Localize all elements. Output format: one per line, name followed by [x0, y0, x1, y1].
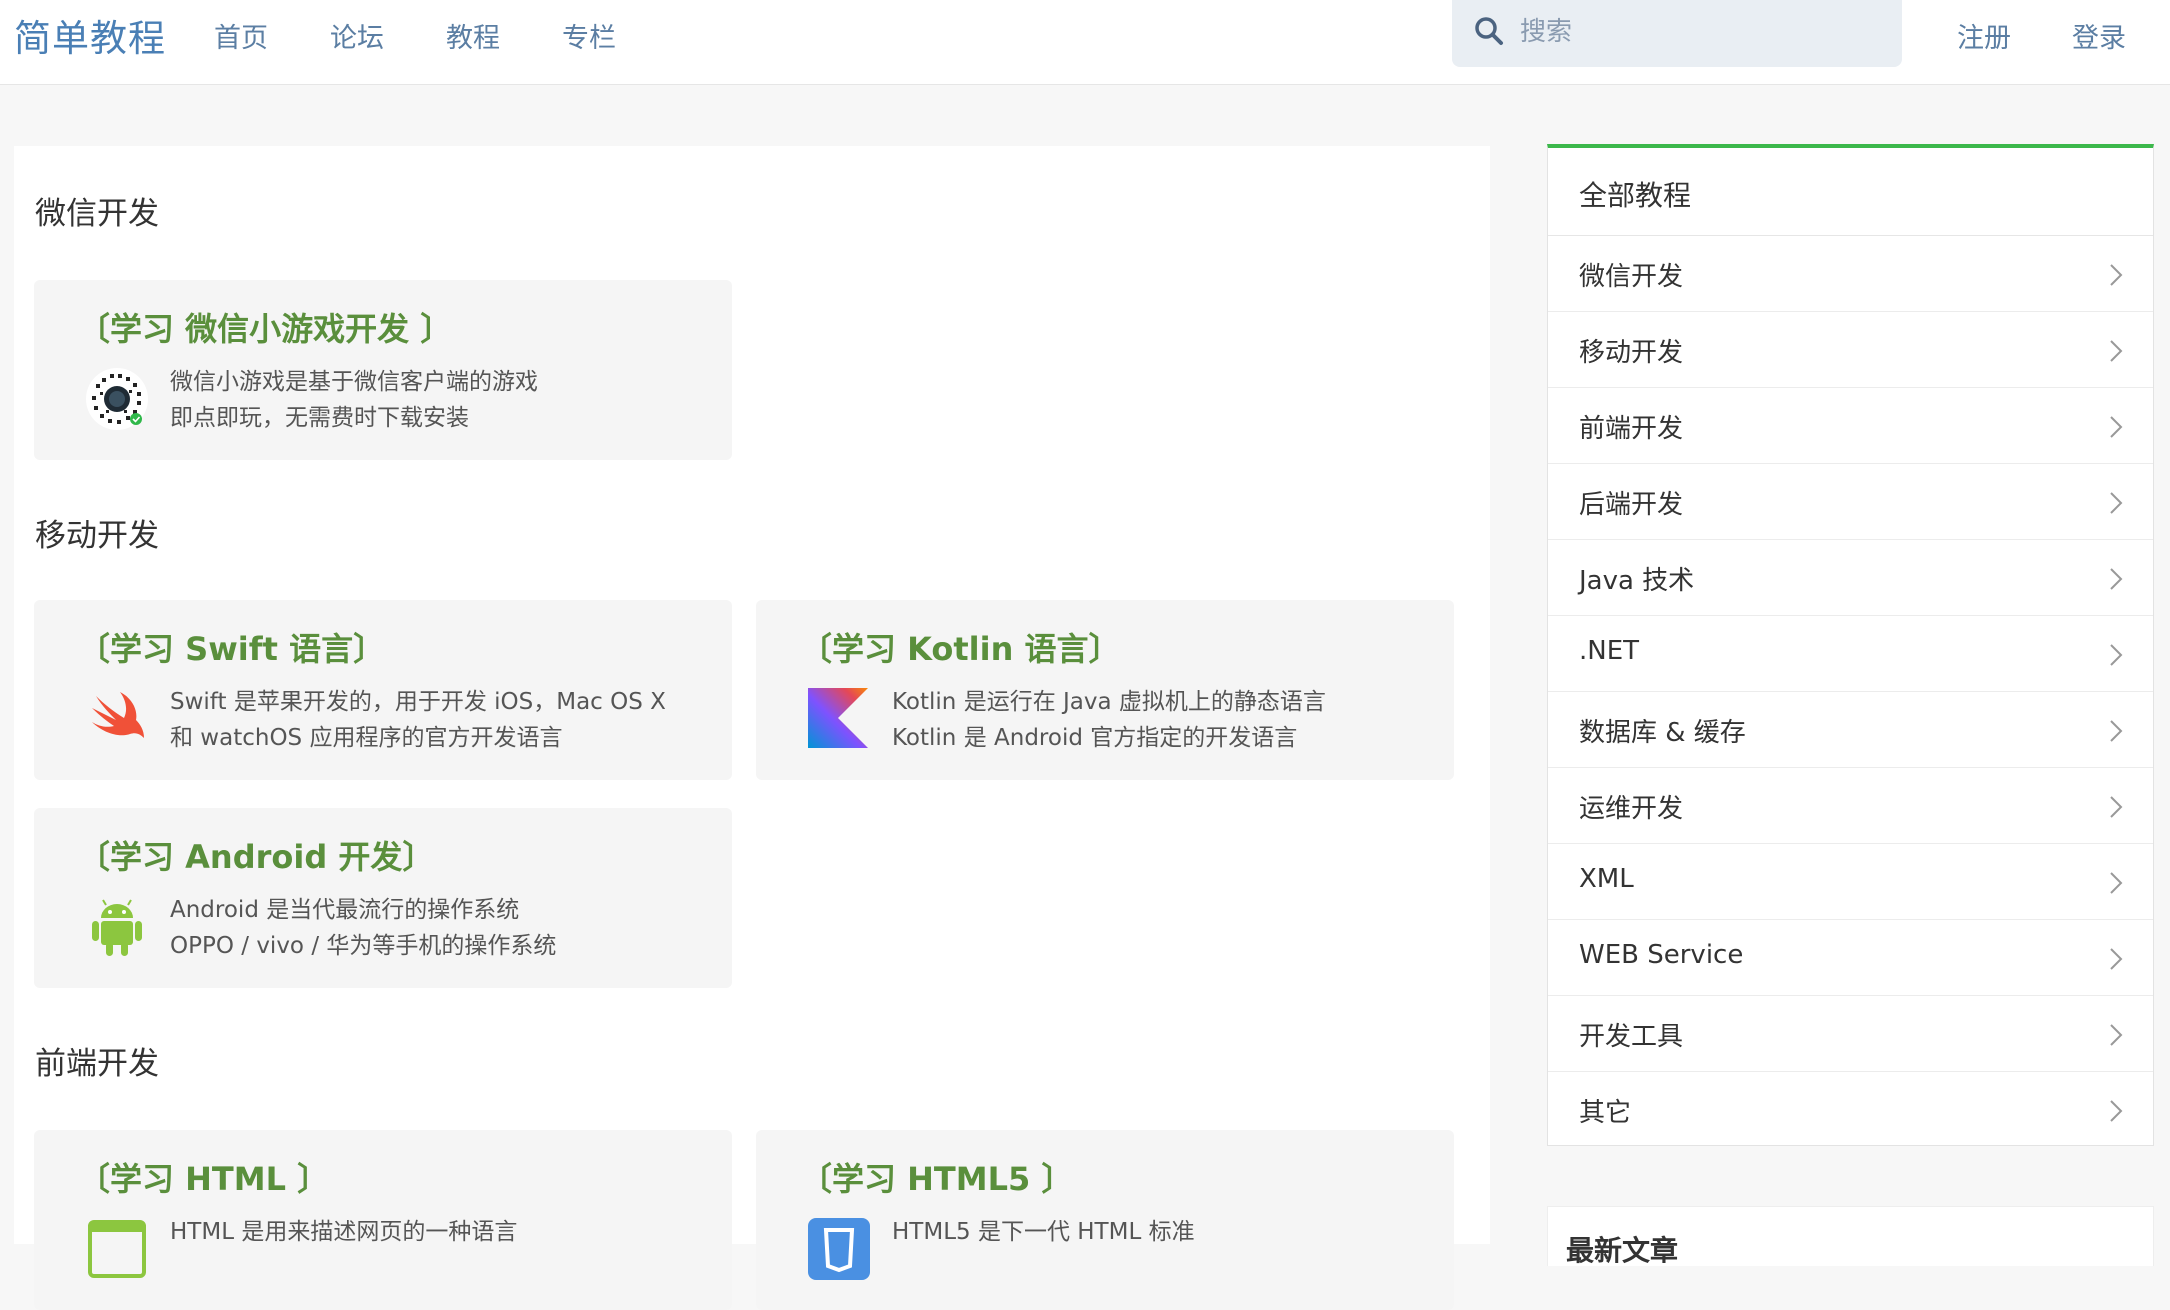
- site-logo[interactable]: 简单教程: [14, 8, 166, 62]
- card-description: Android 是当代最流行的操作系统 OPPO / vivo / 华为等手机的…: [170, 892, 556, 964]
- sidebar-item-xml[interactable]: XML: [1548, 844, 2153, 920]
- chevron-right-icon: [2110, 644, 2123, 666]
- chevron-right-icon: [2110, 492, 2123, 514]
- card-description-line: 和 watchOS 应用程序的官方开发语言: [170, 725, 563, 751]
- sidebar-item-label: 移动开发: [1579, 338, 1684, 368]
- sidebar-item-database[interactable]: 数据库 & 缓存: [1548, 692, 2153, 768]
- chevron-right-icon: [2110, 568, 2123, 590]
- chevron-right-icon: [2110, 264, 2123, 286]
- sidebar-header: 全部教程: [1548, 148, 2153, 236]
- card-description-line: Android 是当代最流行的操作系统: [170, 897, 520, 923]
- nav-columns[interactable]: 专栏: [562, 16, 616, 55]
- card-description: 微信小游戏是基于微信客户端的游戏 即点即玩，无需费时下载安装: [170, 364, 538, 436]
- latest-articles-title: 最新文章: [1566, 1234, 1679, 1267]
- nav-tutorials[interactable]: 教程: [446, 16, 500, 55]
- register-link[interactable]: 注册: [1957, 16, 2011, 55]
- swift-logo-icon: [92, 692, 144, 738]
- chevron-right-icon: [2110, 948, 2123, 970]
- chevron-right-icon: [2110, 416, 2123, 438]
- sidebar-item-mobile[interactable]: 移动开发: [1548, 312, 2153, 388]
- sidebar-item-devops[interactable]: 运维开发: [1548, 768, 2153, 844]
- card-description-line: 即点即玩，无需费时下载安装: [170, 405, 469, 431]
- sidebar-item-label: 其它: [1579, 1098, 1632, 1128]
- section-title-frontend: 前端开发: [35, 1046, 159, 1082]
- html5-logo-icon: [808, 1218, 870, 1280]
- card-html[interactable]: 〔学习 HTML 〕 HTML 是用来描述网页的一种语言: [34, 1130, 732, 1310]
- chevron-right-icon: [2110, 1024, 2123, 1046]
- card-title[interactable]: 〔学习 HTML5 〕: [800, 1154, 1073, 1200]
- card-description: HTML 是用来描述网页的一种语言: [170, 1214, 517, 1250]
- sidebar-item-label: 开发工具: [1579, 1022, 1684, 1052]
- sidebar-item-label: 运维开发: [1579, 794, 1684, 824]
- card-title[interactable]: 〔学习 Kotlin 语言〕: [800, 624, 1121, 670]
- tutorial-main-panel: 微信开发 〔学习 微信小游戏开发 〕 微信小游戏是基于微信客户端的游戏 即点即玩…: [14, 146, 1490, 1310]
- sidebar-item-label: 微信开发: [1579, 262, 1684, 292]
- kotlin-logo-icon: [808, 688, 868, 748]
- sidebar-item-wechat[interactable]: 微信开发: [1548, 236, 2153, 312]
- chevron-right-icon: [2110, 1100, 2123, 1122]
- card-html5[interactable]: 〔学习 HTML5 〕 HTML5 是下一代 HTML 标准: [756, 1130, 1454, 1310]
- chevron-right-icon: [2110, 796, 2123, 818]
- card-description: Kotlin 是运行在 Java 虚拟机上的静态语言 Kotlin 是 Andr…: [892, 684, 1326, 756]
- sidebar-all-tutorials: 全部教程 微信开发 移动开发 前端开发 后端开发 Java 技术 .NET 数据…: [1547, 144, 2154, 1146]
- card-description-line: Kotlin 是 Android 官方指定的开发语言: [892, 725, 1298, 751]
- sidebar-item-backend[interactable]: 后端开发: [1548, 464, 2153, 540]
- sidebar-item-label: 后端开发: [1579, 490, 1684, 520]
- card-kotlin[interactable]: 〔学习 Kotlin 语言〕 Kotlin 是运行在 Java 虚拟机上的静态语…: [756, 600, 1454, 780]
- android-logo-icon: [92, 899, 142, 956]
- section-title-mobile: 移动开发: [35, 518, 159, 554]
- card-title[interactable]: 〔学习 Android 开发〕: [78, 832, 434, 878]
- sidebar-item-label: 前端开发: [1579, 414, 1684, 444]
- section-title-wechat: 微信开发: [35, 196, 159, 232]
- search-box: [1452, 0, 1902, 67]
- html-logo-icon: [88, 1220, 146, 1278]
- card-description: HTML5 是下一代 HTML 标准: [892, 1214, 1195, 1250]
- card-title[interactable]: 〔学习 微信小游戏开发 〕: [78, 304, 452, 350]
- chevron-right-icon: [2110, 720, 2123, 742]
- card-title[interactable]: 〔学习 Swift 语言〕: [78, 624, 385, 670]
- sidebar-item-label: .NET: [1579, 636, 1640, 666]
- card-description-line: HTML5 是下一代 HTML 标准: [892, 1219, 1195, 1245]
- card-description-line: 微信小游戏是基于微信客户端的游戏: [170, 369, 538, 395]
- card-description: Swift 是苹果开发的，用于开发 iOS，Mac OS X 和 watchOS…: [170, 684, 666, 756]
- card-swift[interactable]: 〔学习 Swift 语言〕 Swift 是苹果开发的，用于开发 iOS，Mac …: [34, 600, 732, 780]
- search-input[interactable]: [1520, 10, 1880, 54]
- card-title[interactable]: 〔学习 HTML 〕: [78, 1154, 329, 1200]
- card-android[interactable]: 〔学习 Android 开发〕 Android 是当代最流行的操作系统 OPPO…: [34, 808, 732, 988]
- sidebar-item-label: XML: [1579, 864, 1634, 894]
- chevron-right-icon: [2110, 340, 2123, 362]
- sidebar-item-label: 数据库 & 缓存: [1579, 718, 1746, 748]
- wechat-minigame-qr-icon: [86, 368, 148, 430]
- nav-home[interactable]: 首页: [214, 16, 268, 55]
- card-description-line: Kotlin 是运行在 Java 虚拟机上的静态语言: [892, 689, 1326, 715]
- search-icon: [1475, 17, 1503, 45]
- sidebar-item-dev-tools[interactable]: 开发工具: [1548, 996, 2153, 1072]
- nav-forum[interactable]: 论坛: [330, 16, 384, 55]
- sidebar-item-web-service[interactable]: WEB Service: [1548, 920, 2153, 996]
- chevron-right-icon: [2110, 872, 2123, 894]
- login-link[interactable]: 登录: [2072, 16, 2126, 55]
- sidebar-item-label: WEB Service: [1579, 940, 1744, 970]
- sidebar-header-title: 全部教程: [1579, 179, 1692, 212]
- sidebar-item-java[interactable]: Java 技术: [1548, 540, 2153, 616]
- card-description-line: OPPO / vivo / 华为等手机的操作系统: [170, 933, 557, 959]
- sidebar-item-other[interactable]: 其它: [1548, 1072, 2153, 1148]
- sidebar-item-frontend[interactable]: 前端开发: [1548, 388, 2153, 464]
- latest-articles-box: 最新文章: [1547, 1206, 2154, 1267]
- top-navbar: 简单教程 首页 论坛 教程 专栏 注册 登录: [0, 0, 2170, 85]
- sidebar-item-dotnet[interactable]: .NET: [1548, 616, 2153, 692]
- card-wechat-minigame[interactable]: 〔学习 微信小游戏开发 〕 微信小游戏是基于微信客户端的游戏 即点即玩，无需费时…: [34, 280, 732, 460]
- card-description-line: HTML 是用来描述网页的一种语言: [170, 1219, 518, 1245]
- sidebar-item-label: Java 技术: [1579, 566, 1695, 596]
- card-description-line: Swift 是苹果开发的，用于开发 iOS，Mac OS X: [170, 689, 666, 715]
